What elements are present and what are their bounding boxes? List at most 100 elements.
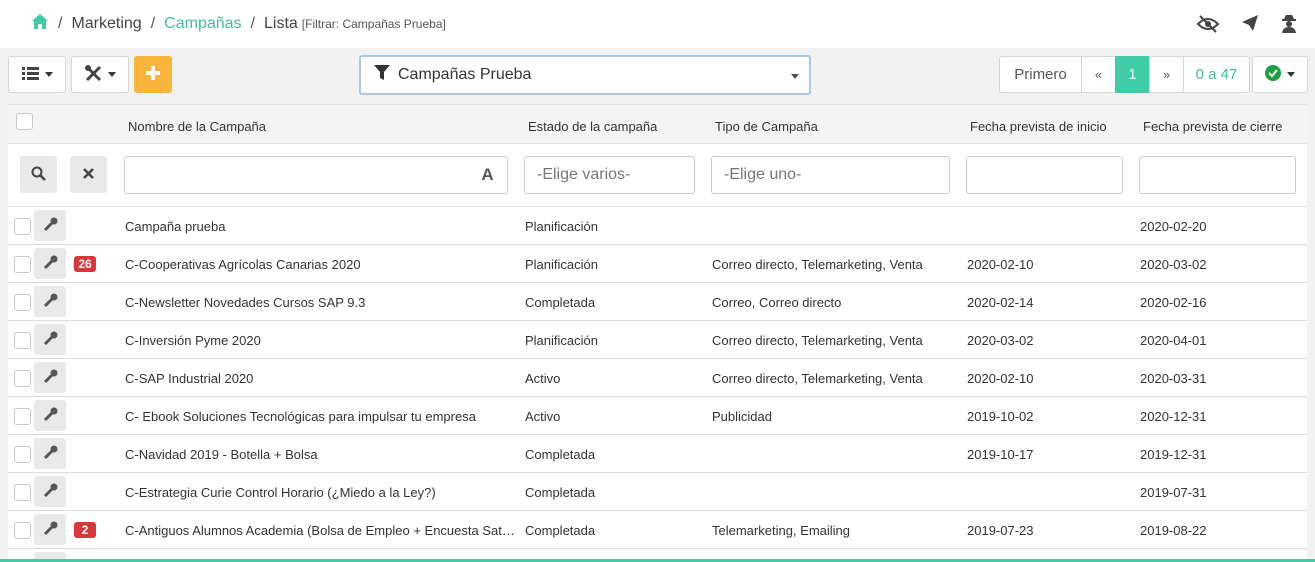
campaign-status: Planificación (525, 333, 598, 348)
campaign-name[interactable]: C-SAP Industrial 2020 (125, 371, 517, 386)
row-edit-button[interactable] (34, 476, 66, 507)
row-edit-button[interactable] (34, 248, 66, 279)
campaign-start-date: 2019-07-23 (967, 523, 1034, 538)
row-checkbox[interactable] (14, 484, 31, 501)
wrench-icon (43, 369, 58, 387)
wrench-icon (43, 521, 58, 539)
plus-icon (146, 66, 160, 83)
row-edit-button[interactable] (34, 286, 66, 317)
status-filter-select[interactable] (524, 156, 695, 194)
list-view-button[interactable] (8, 56, 66, 93)
breadcrumb: / Marketing / Campañas / Lista [Filtrar:… (31, 13, 446, 35)
campaign-type: Publicidad (712, 409, 772, 424)
paper-plane-icon[interactable] (1241, 14, 1259, 34)
select-all-checkbox[interactable] (16, 113, 33, 130)
breadcrumb-separator: / (58, 15, 63, 32)
add-button[interactable] (134, 56, 172, 93)
campaign-name[interactable]: C-Inversión Pyme 2020 (125, 333, 517, 348)
campaign-name[interactable]: C-Navidad 2019 - Botella + Bolsa (125, 447, 517, 462)
clear-filters-button[interactable] (70, 156, 107, 193)
campaign-status: Planificación (525, 219, 598, 234)
campaign-status: Planificación (525, 257, 598, 272)
table-row[interactable]: 26 C-Cooperativas Agrícolas Canarias 2020… (8, 245, 1307, 283)
row-checkbox[interactable] (14, 446, 31, 463)
table-row[interactable]: Campaña prueba Planificación 2020-02-20 (8, 207, 1307, 245)
row-checkbox[interactable] (14, 408, 31, 425)
status-filter-button[interactable] (1252, 56, 1308, 93)
table-row[interactable]: C-SAP Industrial 2020 Activo Correo direct… (8, 359, 1307, 397)
user-secret-icon[interactable] (1281, 14, 1297, 34)
name-filter-input[interactable] (124, 156, 469, 194)
campaign-end-date: 2019-12-31 (1140, 447, 1207, 462)
wrench-icon (43, 293, 58, 311)
saved-filter-label: Campañas Prueba (398, 66, 532, 83)
row-edit-button[interactable] (34, 514, 66, 545)
header-end-date[interactable]: Fecha prevista de cierre (1143, 119, 1282, 134)
row-edit-button[interactable] (34, 438, 66, 469)
campaign-name[interactable]: C-Antiguos Alumnos Academia (Bolsa de Em… (125, 523, 517, 538)
campaign-type: Correo directo, Telemarketing, Venta (712, 257, 923, 272)
wrench-icon (43, 255, 58, 273)
search-button[interactable] (20, 156, 57, 193)
header-status[interactable]: Estado de la campaña (528, 119, 657, 134)
row-checkbox[interactable] (14, 522, 31, 539)
table-row[interactable]: C- Ebook Soluciones Tecnológicas para im… (8, 397, 1307, 435)
notification-badge[interactable]: 26 (74, 256, 96, 272)
row-edit-button[interactable] (34, 324, 66, 355)
breadcrumb-list: Lista (263, 15, 298, 32)
campaign-end-date: 2019-07-31 (1140, 485, 1207, 500)
chevron-down-icon (791, 74, 799, 79)
campaign-type: Correo directo, Telemarketing, Venta (712, 371, 923, 386)
row-checkbox[interactable] (14, 256, 31, 273)
type-filter-select[interactable] (711, 156, 950, 194)
notification-badge[interactable]: 2 (74, 522, 96, 538)
campaign-name[interactable]: C-Estrategia Curie Control Horario (¿Mie… (125, 485, 517, 500)
pagination-current-page[interactable]: 1 (1115, 56, 1150, 93)
chevron-down-icon (107, 72, 116, 77)
table-row[interactable]: C-Navidad 2019 - Botella + Bolsa Completa… (8, 435, 1307, 473)
pagination-first-button[interactable]: Primero (999, 56, 1082, 93)
campaign-status: Completada (525, 295, 596, 310)
eye-slash-icon[interactable] (1197, 14, 1219, 34)
campaign-end-date: 2020-02-20 (1140, 219, 1207, 234)
row-checkbox[interactable] (14, 370, 31, 387)
header-type[interactable]: Tipo de Campaña (715, 119, 818, 134)
table-row[interactable]: C-Estrategia Curie Control Horario (¿Mie… (8, 473, 1307, 511)
campaign-end-date: 2020-12-31 (1140, 409, 1207, 424)
row-edit-button[interactable] (34, 362, 66, 393)
header-start-date[interactable]: Fecha prevista de inicio (970, 119, 1107, 134)
tools-button[interactable] (71, 56, 129, 93)
campaign-start-date: 2020-02-10 (967, 371, 1034, 386)
saved-filter-select[interactable]: Campañas Prueba (359, 55, 811, 95)
breadcrumb-marketing[interactable]: Marketing (71, 15, 141, 33)
row-edit-button[interactable] (34, 400, 66, 431)
chevron-down-icon (1287, 72, 1295, 77)
campaign-name[interactable]: C-Newsletter Novedades Cursos SAP 9.3 (125, 295, 517, 310)
row-edit-button[interactable] (34, 210, 66, 241)
table-row[interactable]: C-Inversión Pyme 2020 Planificación Correo… (8, 321, 1307, 359)
header-name[interactable]: Nombre de la Campaña (128, 119, 266, 134)
campaign-start-date: 2019-10-02 (967, 409, 1034, 424)
campaign-type: Correo directo, Telemarketing, Venta (712, 333, 923, 348)
row-checkbox[interactable] (14, 294, 31, 311)
row-checkbox[interactable] (14, 332, 31, 349)
table-row[interactable]: 2 C-Antiguos Alumnos Academia (Bolsa de E… (8, 511, 1307, 549)
campaign-name[interactable]: C-Cooperativas Agrícolas Canarias 2020 (125, 257, 517, 272)
home-icon[interactable] (31, 13, 49, 35)
end-date-filter-input[interactable] (1139, 156, 1296, 194)
campaign-start-date: 2020-02-14 (967, 295, 1034, 310)
pagination-prev-button[interactable]: « (1081, 56, 1116, 93)
campaign-end-date: 2020-02-16 (1140, 295, 1207, 310)
campaign-start-date: 2019-10-17 (967, 447, 1034, 462)
table-header: Nombre de la Campaña Estado de la campañ… (8, 104, 1307, 144)
pagination-next-button[interactable]: » (1149, 56, 1184, 93)
start-date-filter-input[interactable] (966, 156, 1123, 194)
row-checkbox[interactable] (14, 218, 31, 235)
breadcrumb-campaigns[interactable]: Campañas (164, 15, 241, 33)
campaign-name[interactable]: Campaña prueba (125, 219, 517, 234)
campaign-start-date: 2020-02-10 (967, 257, 1034, 272)
text-filter-mode-button[interactable]: A (468, 156, 508, 194)
table-row[interactable]: C-Newsletter Novedades Cursos SAP 9.3 Com… (8, 283, 1307, 321)
filter-icon (374, 64, 390, 86)
campaign-name[interactable]: C- Ebook Soluciones Tecnológicas para im… (125, 409, 517, 424)
